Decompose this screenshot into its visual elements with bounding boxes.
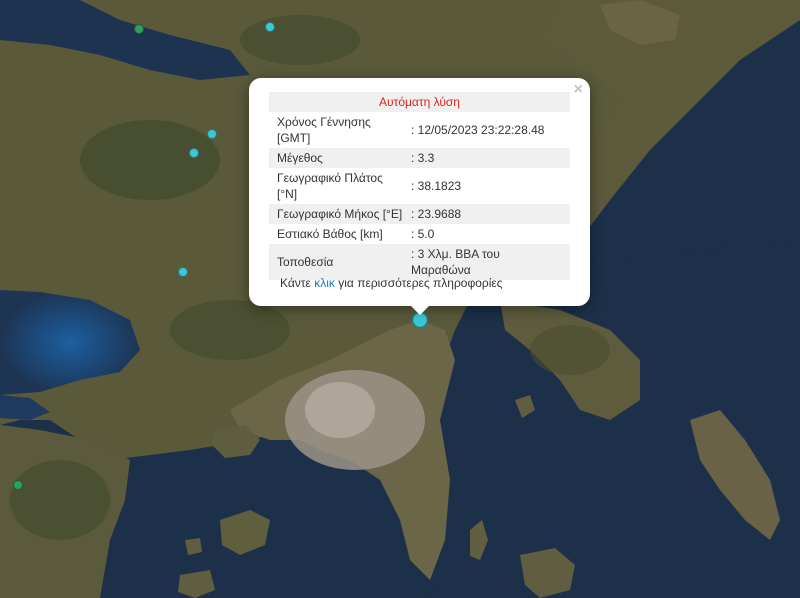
row-value: : 23.9688 [411, 204, 570, 224]
more-info-suffix: για περισσότερες πληροφορίες [338, 276, 503, 290]
forest-patch [170, 300, 290, 360]
popup-title: Αυτόματη λύση [269, 92, 570, 112]
table-row: Γεωγραφικό Πλάτος [°N] : 38.1823 [269, 168, 570, 204]
earthquake-marker[interactable] [207, 129, 217, 139]
table-row: Χρόνος Γέννησης [GMT] : 12/05/2023 23:22… [269, 112, 570, 148]
table-row: Τοποθεσία : 3 Χλμ. ΒΒΑ του Μαραθώνα [269, 244, 570, 280]
urban-athens-core [305, 382, 375, 438]
row-label: Γεωγραφικό Πλάτος [°N] [277, 171, 383, 201]
earthquake-marker[interactable] [178, 267, 188, 277]
earthquake-details-table: Αυτόματη λύση Χρόνος Γέννησης [GMT] : 12… [269, 92, 570, 280]
row-label: Μέγεθος [269, 148, 411, 168]
row-value: : 3.3 [411, 148, 570, 168]
popup-pointer [410, 305, 430, 315]
forest-patch [80, 120, 220, 200]
forest-patch [240, 15, 360, 65]
earthquake-marker[interactable] [265, 22, 275, 32]
forest-patch [10, 460, 110, 540]
row-label: Τοποθεσία [269, 244, 411, 280]
row-value: : 12/05/2023 23:22:28.48 [411, 123, 545, 137]
table-row: Μέγεθος : 3.3 [269, 148, 570, 168]
land-small-island-5 [185, 538, 202, 555]
forest-patch [530, 325, 610, 375]
row-label: Χρόνος Γέννησης [GMT] [277, 115, 371, 145]
more-info-link[interactable]: κλικ [314, 276, 335, 290]
earthquake-popup: × Αυτόματη λύση Χρόνος Γέννησης [GMT] : … [249, 78, 590, 306]
table-row: Γεωγραφικό Μήκος [°E] : 23.9688 [269, 204, 570, 224]
row-label: Εστιακό Βάθος [km] [277, 227, 383, 241]
more-info-line: Κάντε κλικ για περισσότερες πληροφορίες [280, 276, 503, 290]
earthquake-marker[interactable] [134, 24, 144, 34]
more-info-prefix: Κάντε [280, 276, 311, 290]
earthquake-marker[interactable] [13, 480, 23, 490]
row-label: Γεωγραφικό Μήκος [°E] [269, 204, 411, 224]
row-value: : 5.0 [411, 227, 435, 241]
table-row: Εστιακό Βάθος [km] : 5.0 [269, 224, 570, 244]
earthquake-marker[interactable] [189, 148, 199, 158]
row-value: : 38.1823 [411, 179, 462, 193]
row-value: : 3 Χλμ. ΒΒΑ του Μαραθώνα [411, 244, 570, 280]
close-icon[interactable]: × [574, 81, 583, 99]
